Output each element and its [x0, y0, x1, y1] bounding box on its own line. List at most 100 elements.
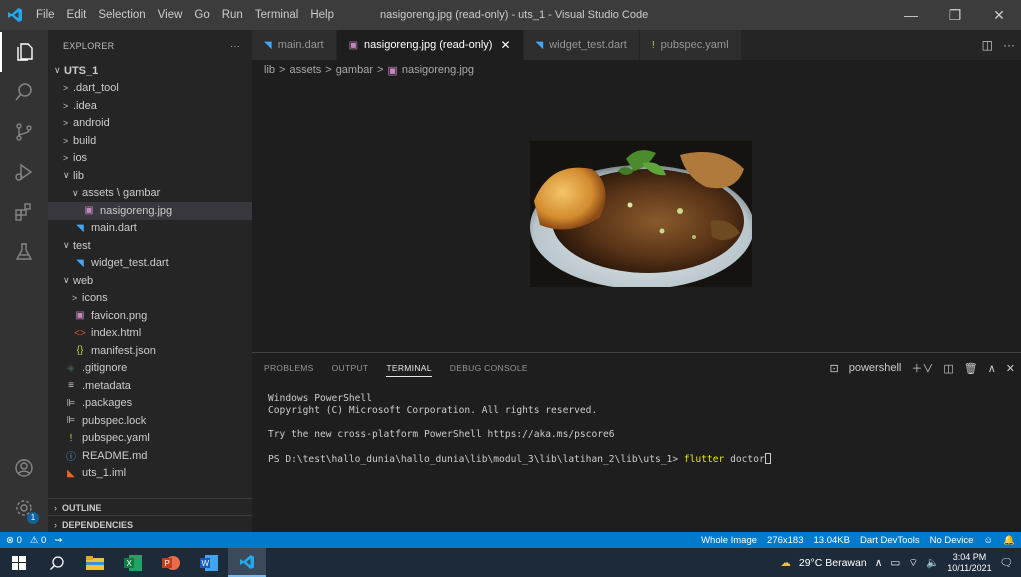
- tree-item[interactable]: ∨ web: [48, 272, 252, 290]
- more-actions-icon[interactable]: ···: [1003, 38, 1015, 52]
- panel-tabs: PROBLEMS OUTPUT TERMINAL DEBUG CONSOLE: [252, 353, 528, 383]
- menu-view[interactable]: View: [152, 0, 189, 30]
- menu-run[interactable]: Run: [216, 0, 249, 30]
- tree-item[interactable]: ∨ test: [48, 237, 252, 255]
- run-debug-icon[interactable]: [0, 152, 48, 192]
- testing-icon[interactable]: [0, 232, 48, 272]
- tree-item[interactable]: > .idea: [48, 97, 252, 115]
- tree-item[interactable]: > ios: [48, 150, 252, 168]
- status-item[interactable]: Whole Image: [701, 535, 757, 546]
- status-item[interactable]: No Device: [930, 535, 974, 546]
- panel-tab-output[interactable]: OUTPUT: [332, 363, 369, 373]
- outline-section[interactable]: › OUTLINE: [48, 498, 252, 516]
- file-type-icon: ◥: [76, 222, 84, 234]
- status-item[interactable]: 276x183: [767, 535, 803, 546]
- weather-icon[interactable]: ☁: [780, 557, 791, 569]
- feedback-icon[interactable]: ☺: [983, 535, 993, 546]
- warnings-indicator[interactable]: ⚠ 0: [30, 535, 46, 546]
- close-panel-icon[interactable]: ✕: [1006, 362, 1015, 375]
- breadcrumb-item[interactable]: gambar: [336, 64, 373, 76]
- explorer-icon[interactable]: [0, 32, 48, 72]
- menu-go[interactable]: Go: [188, 0, 215, 30]
- powerpoint-icon[interactable]: P: [152, 548, 190, 577]
- status-item[interactable]: 13.04KB: [814, 535, 850, 546]
- settings-gear-icon[interactable]: 1: [0, 488, 48, 528]
- chevron-right-icon: >: [63, 83, 69, 94]
- tree-item[interactable]: ! pubspec.yaml: [48, 430, 252, 448]
- menu-help[interactable]: Help: [304, 0, 340, 30]
- account-icon[interactable]: [0, 448, 48, 488]
- terminal-shell-name[interactable]: powershell: [849, 362, 902, 374]
- menu-edit[interactable]: Edit: [61, 0, 93, 30]
- word-icon[interactable]: W: [190, 548, 228, 577]
- tree-item[interactable]: > build: [48, 132, 252, 150]
- tree-item[interactable]: ≡ .metadata: [48, 377, 252, 395]
- tree-item[interactable]: ▣ favicon.png: [48, 307, 252, 325]
- action-center-icon[interactable]: 🗨: [1000, 556, 1013, 569]
- restore-icon[interactable]: ❐: [933, 0, 977, 30]
- editor-tab[interactable]: ▣ nasigoreng.jpg (read-only) ✕: [336, 30, 524, 60]
- clock[interactable]: 3:04 PM 10/11/2021: [947, 552, 991, 574]
- panel-tab-terminal[interactable]: TERMINAL: [386, 359, 432, 377]
- notifications-icon[interactable]: 🔔: [1003, 535, 1015, 546]
- panel-actions: ⊡ powershell ＋∨ ◫ 🗑 ∧ ✕: [830, 353, 1015, 383]
- tree-item[interactable]: ◥ widget_test.dart: [48, 255, 252, 273]
- tree-item[interactable]: ⓘ README.md: [48, 447, 252, 465]
- source-control-icon[interactable]: [0, 112, 48, 152]
- extensions-icon[interactable]: [0, 192, 48, 232]
- explorer-more-icon[interactable]: ···: [230, 41, 240, 51]
- tree-item[interactable]: ∨ lib: [48, 167, 252, 185]
- volume-icon[interactable]: 🔈: [926, 556, 939, 569]
- editor-tab[interactable]: ◥ widget_test.dart: [523, 30, 640, 60]
- tree-item[interactable]: ◣ uts_1.iml: [48, 465, 252, 483]
- split-terminal-icon[interactable]: ◫: [943, 362, 953, 375]
- split-editor-icon[interactable]: ◫: [982, 38, 993, 52]
- breadcrumb-item[interactable]: lib: [264, 64, 275, 76]
- tab-label: pubspec.yaml: [660, 39, 729, 51]
- errors-indicator[interactable]: ⊗ 0: [6, 535, 22, 546]
- tree-item[interactable]: > .dart_tool: [48, 80, 252, 98]
- breadcrumb-item[interactable]: nasigoreng.jpg: [402, 64, 474, 76]
- close-tab-icon[interactable]: ✕: [500, 38, 510, 52]
- menu-terminal[interactable]: Terminal: [249, 0, 304, 30]
- tree-item[interactable]: ◥ main.dart: [48, 220, 252, 238]
- windows-start-icon[interactable]: [0, 548, 38, 577]
- tree-item[interactable]: ∨ assets \ gambar: [48, 185, 252, 203]
- wifi-icon[interactable]: ⌔: [908, 556, 918, 570]
- tray-chevron-icon[interactable]: ∧: [875, 557, 883, 569]
- status-item[interactable]: Dart DevTools: [860, 535, 920, 546]
- file-explorer-icon[interactable]: [76, 548, 114, 577]
- tree-item[interactable]: <> index.html: [48, 325, 252, 343]
- vscode-taskbar-icon[interactable]: [228, 548, 266, 577]
- tree-item[interactable]: > icons: [48, 290, 252, 308]
- tree-item[interactable]: ◈ .gitignore: [48, 360, 252, 378]
- tree-item[interactable]: {} manifest.json: [48, 342, 252, 360]
- tree-item[interactable]: > android: [48, 115, 252, 133]
- terminal-prompt-line: PS D:\test\hallo_dunia\hallo_dunia\lib\m…: [268, 453, 771, 466]
- live-share-icon[interactable]: ⇝: [54, 535, 62, 546]
- menu-selection[interactable]: Selection: [92, 0, 151, 30]
- tree-item[interactable]: ⊫ .packages: [48, 395, 252, 413]
- minimize-icon[interactable]: —: [889, 0, 933, 30]
- tree-item[interactable]: ▣ nasigoreng.jpg: [48, 202, 252, 220]
- editor-tab[interactable]: ! pubspec.yaml: [639, 30, 742, 60]
- tree-item-label: build: [73, 134, 97, 147]
- close-window-icon[interactable]: ✕: [977, 0, 1021, 30]
- tree-item[interactable]: ∨ UTS_1: [48, 62, 252, 80]
- tree-item[interactable]: ⊫ pubspec.lock: [48, 412, 252, 430]
- kill-terminal-icon[interactable]: 🗑: [964, 362, 978, 375]
- menu-file[interactable]: File: [30, 0, 61, 30]
- dependencies-section[interactable]: › DEPENDENCIES: [48, 515, 252, 533]
- editor-tab[interactable]: ◥ main.dart: [252, 30, 337, 60]
- terminal-output[interactable]: Windows PowerShell Copyright (C) Microso…: [268, 393, 771, 466]
- panel-tab-problems[interactable]: PROBLEMS: [264, 363, 314, 373]
- search-icon[interactable]: [0, 72, 48, 112]
- breadcrumb-item[interactable]: assets: [289, 64, 321, 76]
- new-terminal-icon[interactable]: ＋∨: [911, 360, 933, 376]
- excel-icon[interactable]: X: [114, 548, 152, 577]
- battery-icon[interactable]: ▭: [890, 557, 900, 569]
- taskbar-search-icon[interactable]: [38, 548, 76, 577]
- panel-tab-debug-console[interactable]: DEBUG CONSOLE: [450, 363, 528, 373]
- maximize-panel-icon[interactable]: ∧: [988, 362, 996, 375]
- weather-text[interactable]: 29°C Berawan: [799, 557, 867, 569]
